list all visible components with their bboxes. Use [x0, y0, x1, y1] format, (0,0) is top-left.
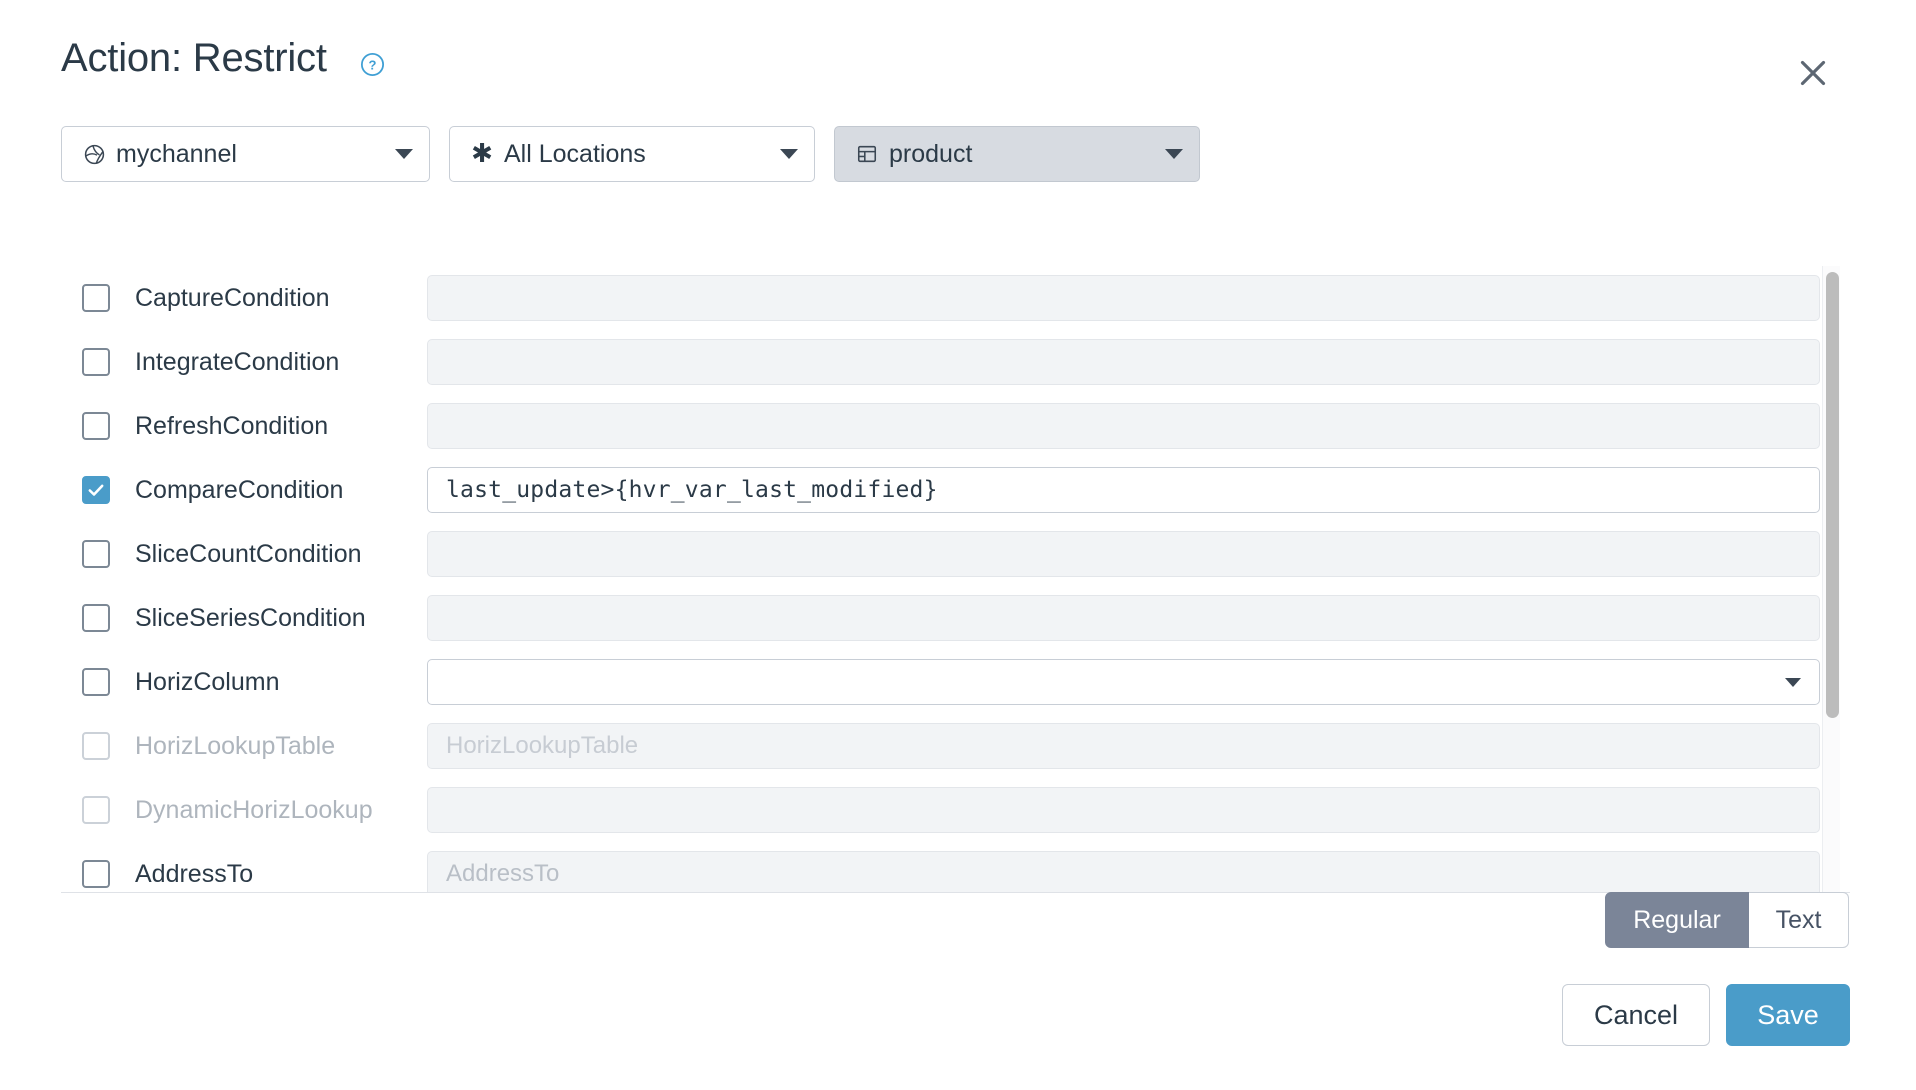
condition-input-placeholder: AddressTo: [446, 860, 559, 888]
table-selector-label: product: [889, 140, 1157, 169]
checkbox-horizcolumn[interactable]: [82, 668, 110, 696]
checkbox-integratecondition[interactable]: [82, 348, 110, 376]
condition-checkbox-group: AddressTo: [61, 860, 427, 889]
checkbox-comparecondition[interactable]: [82, 476, 110, 504]
editor-mode-toggle: Regular Text: [1605, 892, 1849, 948]
channel-selector-label: mychannel: [116, 140, 387, 169]
condition-input[interactable]: [427, 339, 1820, 385]
channel-icon: [82, 142, 106, 166]
location-selector-label: All Locations: [504, 140, 772, 169]
close-icon[interactable]: [1790, 50, 1836, 96]
asterisk-icon: ✱: [470, 142, 494, 166]
condition-label: CaptureCondition: [135, 284, 330, 313]
condition-input[interactable]: [427, 403, 1820, 449]
condition-row: SliceSeriesCondition: [61, 586, 1850, 650]
conditions-scroll-area[interactable]: CaptureCondition IntegrateCondition Refres…: [61, 266, 1850, 893]
condition-checkbox-group: SliceSeriesCondition: [61, 604, 427, 633]
condition-row: AddressTo AddressTo: [61, 842, 1850, 893]
condition-checkbox-group: SliceCountCondition: [61, 540, 427, 569]
cancel-button[interactable]: Cancel: [1562, 984, 1710, 1046]
condition-row: DynamicHorizLookup: [61, 778, 1850, 842]
condition-checkbox-group: HorizLookupTable: [61, 732, 427, 761]
condition-field-wrap: last_update>{hvr_var_last_modified}: [427, 467, 1850, 513]
condition-input[interactable]: last_update>{hvr_var_last_modified}: [427, 467, 1820, 513]
condition-row: IntegrateCondition: [61, 330, 1850, 394]
condition-field-wrap: [427, 403, 1850, 449]
condition-field-wrap: [427, 595, 1850, 641]
condition-input: [427, 787, 1820, 833]
condition-field-wrap: AddressTo: [427, 851, 1850, 893]
condition-input[interactable]: [427, 595, 1820, 641]
location-selector[interactable]: ✱ All Locations: [449, 126, 815, 182]
chevron-down-icon: [780, 149, 798, 159]
condition-label: DynamicHorizLookup: [135, 796, 373, 825]
condition-field-wrap: HorizLookupTable: [427, 723, 1850, 769]
checkbox-refreshcondition[interactable]: [82, 412, 110, 440]
scope-selector-row: mychannel ✱ All Locations product: [61, 126, 1200, 182]
condition-row: SliceCountCondition: [61, 522, 1850, 586]
condition-label: CompareCondition: [135, 476, 343, 505]
condition-row: HorizLookupTable HorizLookupTable: [61, 714, 1850, 778]
condition-checkbox-group: RefreshCondition: [61, 412, 427, 441]
condition-select[interactable]: [427, 659, 1820, 705]
condition-label: RefreshCondition: [135, 412, 328, 441]
condition-field-wrap: [427, 659, 1850, 705]
checkbox-slicecountcondition[interactable]: [82, 540, 110, 568]
checkbox-capturecondition[interactable]: [82, 284, 110, 312]
condition-input[interactable]: AddressTo: [427, 851, 1820, 893]
chevron-down-icon: [1785, 678, 1801, 687]
condition-field-wrap: [427, 531, 1850, 577]
dialog-footer: Cancel Save: [0, 984, 1916, 1050]
checkbox-sliceseriescondition[interactable]: [82, 604, 110, 632]
condition-field-wrap: [427, 275, 1850, 321]
condition-label: AddressTo: [135, 860, 253, 889]
scrollbar-thumb[interactable]: [1826, 272, 1839, 718]
condition-input-value: last_update>{hvr_var_last_modified}: [446, 477, 938, 503]
condition-checkbox-group: CaptureCondition: [61, 284, 427, 313]
mode-button-regular[interactable]: Regular: [1605, 892, 1749, 948]
condition-label: HorizColumn: [135, 668, 279, 697]
chevron-down-icon: [395, 149, 413, 159]
condition-input[interactable]: [427, 275, 1820, 321]
condition-row: HorizColumn: [61, 650, 1850, 714]
checkbox-dynamichorizlookup: [82, 796, 110, 824]
save-button[interactable]: Save: [1726, 984, 1850, 1046]
condition-label: HorizLookupTable: [135, 732, 335, 761]
checkbox-addressto[interactable]: [82, 860, 110, 888]
condition-checkbox-group: CompareCondition: [61, 476, 427, 505]
condition-label: SliceSeriesCondition: [135, 604, 366, 633]
action-restrict-dialog: Action: Restrict ? mychann: [0, 0, 1916, 1090]
svg-text:?: ?: [369, 57, 377, 72]
condition-checkbox-group: DynamicHorizLookup: [61, 796, 427, 825]
page-title: Action: Restrict: [61, 36, 327, 81]
channel-selector[interactable]: mychannel: [61, 126, 430, 182]
table-icon: [855, 142, 879, 166]
condition-input[interactable]: [427, 531, 1820, 577]
condition-row: RefreshCondition: [61, 394, 1850, 458]
condition-field-wrap: [427, 787, 1850, 833]
table-selector[interactable]: product: [834, 126, 1200, 182]
chevron-down-icon: [1165, 149, 1183, 159]
condition-checkbox-group: HorizColumn: [61, 668, 427, 697]
mode-button-text[interactable]: Text: [1749, 892, 1849, 948]
condition-input-placeholder: HorizLookupTable: [446, 732, 638, 760]
condition-row: CompareCondition last_update>{hvr_var_las…: [61, 458, 1850, 522]
condition-input: HorizLookupTable: [427, 723, 1820, 769]
conditions-list: CaptureCondition IntegrateCondition Refres…: [61, 266, 1850, 893]
condition-row: CaptureCondition: [61, 266, 1850, 330]
condition-field-wrap: [427, 339, 1850, 385]
dialog-header: Action: Restrict ?: [0, 0, 1916, 112]
condition-label: IntegrateCondition: [135, 348, 339, 377]
vertical-scrollbar[interactable]: [1822, 266, 1840, 893]
condition-label: SliceCountCondition: [135, 540, 362, 569]
condition-checkbox-group: IntegrateCondition: [61, 348, 427, 377]
help-circle-icon[interactable]: ?: [360, 52, 385, 77]
checkbox-horizlookuptable: [82, 732, 110, 760]
